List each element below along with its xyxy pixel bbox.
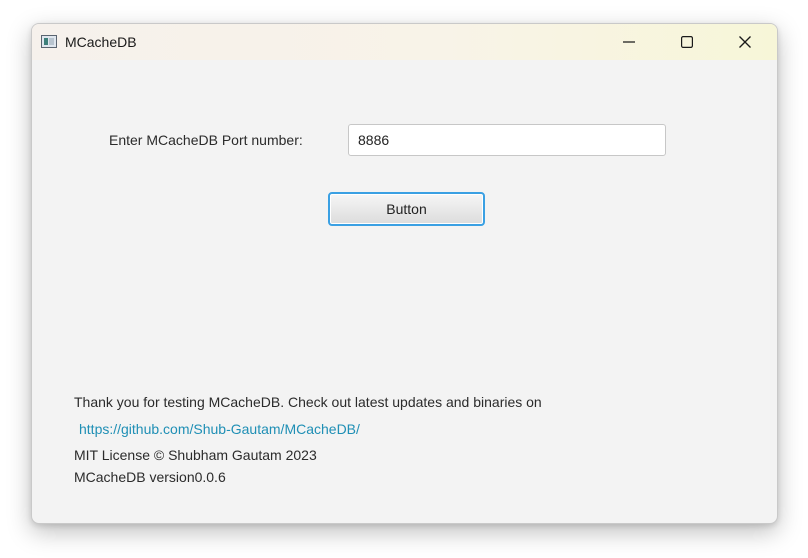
maximize-button[interactable]	[658, 24, 716, 60]
port-label: Enter MCacheDB Port number:	[109, 132, 303, 148]
minimize-button[interactable]	[600, 24, 658, 60]
port-input[interactable]	[348, 124, 666, 156]
app-window-icon	[41, 35, 57, 48]
app-window: MCacheDB Enter MCacheDB Port number: But…	[31, 23, 778, 524]
title-bar[interactable]: MCacheDB	[32, 24, 777, 60]
close-icon	[739, 36, 751, 48]
license-text: MIT License © Shubham Gautam 2023	[74, 447, 317, 463]
thanks-text: Thank you for testing MCacheDB. Check ou…	[74, 394, 542, 410]
window-title: MCacheDB	[65, 34, 137, 50]
version-text: MCacheDB version0.0.6	[74, 469, 226, 485]
submit-button[interactable]: Button	[328, 192, 485, 226]
github-link[interactable]: https://github.com/Shub-Gautam/MCacheDB/	[79, 421, 360, 437]
close-button[interactable]	[716, 24, 774, 60]
minimize-icon	[623, 41, 635, 43]
maximize-icon	[681, 36, 693, 48]
